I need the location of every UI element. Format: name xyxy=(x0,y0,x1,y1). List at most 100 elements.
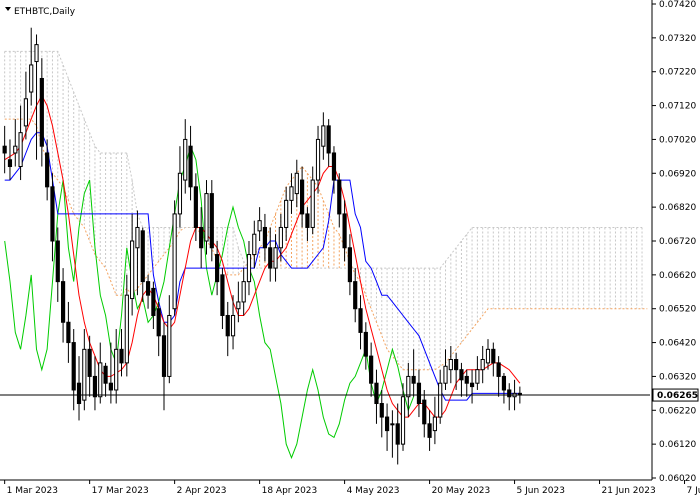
candle-body xyxy=(507,389,512,398)
y-tick-label: 0.06920 xyxy=(659,169,696,179)
candle-body xyxy=(252,233,257,256)
candle-body xyxy=(7,159,13,168)
y-tick-label: 0.07220 xyxy=(659,68,696,78)
candle-body xyxy=(454,359,459,371)
y-tick-label: 0.07020 xyxy=(659,135,696,145)
candle-body xyxy=(300,179,305,215)
candle-body xyxy=(400,396,406,445)
candle-body xyxy=(416,382,422,405)
candle-body xyxy=(347,247,352,283)
candle-body xyxy=(55,240,60,283)
candle-body xyxy=(193,186,198,228)
current-price-tag: 0.06265 xyxy=(652,388,699,402)
candle-body xyxy=(76,382,82,405)
candle-body xyxy=(353,281,358,310)
candle-body xyxy=(432,416,437,432)
candle-body xyxy=(119,348,124,364)
candle-body xyxy=(464,375,469,384)
candle-body xyxy=(475,369,480,384)
candle-body xyxy=(315,138,321,181)
candle-body xyxy=(124,294,129,364)
candle-body xyxy=(225,314,230,337)
candle-body xyxy=(384,416,390,432)
candle-body xyxy=(278,226,283,249)
candle-body xyxy=(156,308,161,337)
y-axis-ticks: 0.07420 0.07320 0.07220 0.07120 0.07020 0.069… xyxy=(652,0,696,484)
y-tick-label: 0.07320 xyxy=(659,34,696,44)
candle-body xyxy=(108,382,113,391)
candle-body xyxy=(257,220,262,232)
x-tick-label: 21 Jun 2023 xyxy=(602,486,656,496)
current-price-label: 0.06265 xyxy=(657,391,698,401)
candle-body xyxy=(501,375,507,391)
candle-body xyxy=(459,369,464,381)
candle-body xyxy=(130,240,135,300)
candle-body xyxy=(39,77,44,147)
candle-body xyxy=(114,348,119,391)
candle-body xyxy=(230,314,236,337)
candle-body xyxy=(151,287,156,316)
candle-body xyxy=(262,226,268,249)
y-tick-label: 0.07420 xyxy=(659,0,696,10)
candle-body xyxy=(369,355,374,384)
candle-body xyxy=(34,44,39,63)
candle-body xyxy=(241,281,246,303)
x-tick-label: 7 Jul 2023 xyxy=(687,486,700,496)
y-tick-label: 0.06120 xyxy=(659,440,696,450)
y-tick-label: 0.06720 xyxy=(659,237,696,247)
candle-body xyxy=(406,375,411,398)
candle-body xyxy=(284,199,289,228)
candle-body xyxy=(331,152,337,181)
y-tick-label: 0.06320 xyxy=(659,372,696,382)
candle-body xyxy=(496,362,501,377)
candle-body xyxy=(167,314,172,377)
candle-body xyxy=(23,98,28,127)
candle-body xyxy=(92,375,98,398)
x-tick-label: 20 May 2023 xyxy=(432,486,491,496)
candle-body xyxy=(273,247,278,269)
candle-body xyxy=(98,362,103,398)
candle-body xyxy=(71,342,76,391)
candle-body xyxy=(135,226,140,249)
x-tick-label: 18 Apr 2023 xyxy=(262,486,318,496)
candle-body xyxy=(310,179,315,228)
candle-body xyxy=(60,281,66,323)
candle-body xyxy=(140,230,145,283)
candle-body xyxy=(50,186,55,242)
y-tick-label: 0.06220 xyxy=(659,406,696,416)
candle-body xyxy=(469,382,475,388)
candle-body xyxy=(188,145,193,188)
candle-body xyxy=(485,348,491,364)
candle-body xyxy=(220,274,225,316)
candle-body xyxy=(326,125,331,154)
candle-body xyxy=(268,247,273,269)
candle-body xyxy=(342,213,347,249)
candle-body xyxy=(448,359,453,371)
x-tick-label: 5 Jun 2023 xyxy=(517,486,565,496)
candle-body xyxy=(379,403,384,418)
candle-body xyxy=(443,365,448,384)
x-tick-label: 17 Mar 2023 xyxy=(92,486,149,496)
candle-body xyxy=(13,145,18,154)
chart-title: ETHBTC,Daily xyxy=(14,7,76,17)
candle-body xyxy=(390,423,395,426)
candle-body xyxy=(18,132,23,168)
candle-body xyxy=(289,186,294,201)
candle-body xyxy=(236,301,241,310)
y-tick-label: 0.06820 xyxy=(659,203,696,213)
candle-body xyxy=(199,226,204,249)
chart-title-group: ETHBTC,Daily xyxy=(5,7,76,17)
candle-body xyxy=(215,254,220,283)
candle-body xyxy=(305,213,310,228)
candle-body xyxy=(321,125,326,147)
candle-body xyxy=(45,152,50,188)
y-tick-label: 0.06020 xyxy=(659,474,696,484)
y-tick-label: 0.07120 xyxy=(659,102,696,112)
x-tick-label: 4 May 2023 xyxy=(347,486,400,496)
candle-body xyxy=(411,375,416,384)
y-tick-label: 0.06420 xyxy=(659,339,696,349)
candle-body xyxy=(183,138,188,181)
candle-body xyxy=(422,399,427,425)
candle-body xyxy=(103,365,108,384)
candle-body xyxy=(337,179,342,215)
